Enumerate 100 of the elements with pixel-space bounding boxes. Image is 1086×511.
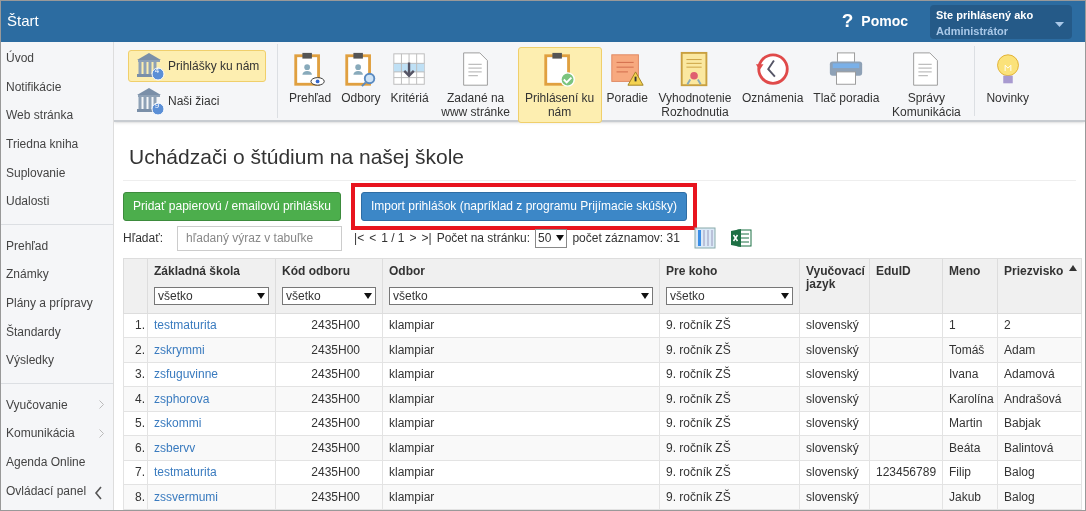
sidebar-item[interactable]: Známky xyxy=(6,265,49,284)
table-cell: Filip xyxy=(942,460,998,485)
column-header[interactable]: EduID xyxy=(876,264,911,287)
sidebar-item[interactable]: Výsledky xyxy=(6,351,55,370)
toolbar-button[interactable]: Prehľad xyxy=(284,47,337,109)
caret-icon xyxy=(556,235,565,241)
toolbar-button[interactable]: Správy Komunikácia xyxy=(884,47,969,123)
filter-select[interactable]: všetko xyxy=(154,286,269,305)
user-menu[interactable]: Ste prihlásený ako Administrátor xyxy=(930,4,1072,39)
badge-count: 9 xyxy=(153,100,161,112)
caret-icon xyxy=(641,292,649,299)
table-cell: Babjak xyxy=(997,411,1082,436)
pager-link[interactable]: >| xyxy=(421,229,432,247)
table-cell: 9. ročník ZŠ xyxy=(659,313,800,338)
table-cell: 2435H00 xyxy=(275,411,383,436)
sidebar-item[interactable]: Vyučovanie xyxy=(6,395,68,414)
table-cell: Adamová xyxy=(997,362,1082,387)
table-cell: 9. ročník ZŠ xyxy=(659,435,800,460)
table-cell: slovenský xyxy=(799,435,870,460)
pager-link[interactable]: < xyxy=(369,229,377,247)
table-cell: klampiar xyxy=(382,337,660,362)
table-cell: 9. ročník ZŠ xyxy=(659,411,800,436)
toolbar-button[interactable]: Odbory xyxy=(336,47,386,109)
toolbar-button[interactable]: Kritériá xyxy=(385,47,434,109)
record-count: počet záznamov: 31 xyxy=(572,230,680,247)
section-button[interactable]: 4 Prihlášky ku nám xyxy=(128,50,266,82)
table-cell: klampiar xyxy=(382,411,660,436)
row-number: 2. xyxy=(123,337,148,362)
filter-select[interactable]: všetko xyxy=(282,286,376,305)
toolbar-button[interactable]: Prihlásení ku nám xyxy=(517,47,602,123)
pager-link[interactable]: |< xyxy=(354,229,365,247)
sidebar-item[interactable]: Suplovanie xyxy=(6,163,66,182)
sidebar-item[interactable]: Ovládací panel xyxy=(6,481,87,500)
filter-select[interactable]: všetko xyxy=(666,286,793,305)
pager-link[interactable]: > xyxy=(409,229,417,247)
sidebar-item[interactable]: Udalosti xyxy=(6,192,50,211)
section-button[interactable]: 9 Naši žiaci xyxy=(128,85,266,117)
table-cell: slovenský xyxy=(799,460,870,485)
table-cell: slovenský xyxy=(799,337,870,362)
filter-select[interactable]: všetko xyxy=(389,286,653,305)
table-cell: 9. ročník ZŠ xyxy=(659,460,800,485)
toolbar-button[interactable]: Novinky xyxy=(981,47,1035,109)
action-button[interactable]: Import prihlášok (napríklad z programu Prijímacie skúšky) xyxy=(360,191,688,221)
table-cell: slovenský xyxy=(799,313,870,338)
per-page-select[interactable]: 50 xyxy=(535,228,568,248)
toolbar-button[interactable]: Zadané na www stránke xyxy=(433,47,518,123)
sidebar-item[interactable]: Web stránka xyxy=(6,106,74,125)
sidebar-item[interactable]: Štandardy xyxy=(6,322,61,341)
table-cell: 9. ročník ZŠ xyxy=(659,386,800,411)
app-title: Štart xyxy=(6,11,40,32)
table-cell: Tomáš xyxy=(942,337,998,362)
collapse-icon[interactable] xyxy=(94,486,103,500)
table-cell: 2435H00 xyxy=(275,362,383,387)
caret-icon xyxy=(257,292,265,299)
toolbar-button[interactable]: Oznámenia xyxy=(736,47,809,109)
table-cell: 2435H00 xyxy=(275,484,383,509)
school-link[interactable]: zsbervv xyxy=(154,440,196,455)
page-indicator: 1 / 1 xyxy=(381,230,405,247)
toolbar-button[interactable]: Vyhodnotenie Rozhodnutia xyxy=(652,47,737,123)
column-header[interactable]: Odbor xyxy=(389,264,425,287)
sidebar-item[interactable]: Notifikácie xyxy=(6,77,62,96)
table-cell: Jakub xyxy=(942,484,998,509)
column-header[interactable]: Pre koho xyxy=(666,264,718,287)
help-link[interactable]: Pomoc xyxy=(861,11,908,32)
table-cell: klampiar xyxy=(382,362,660,387)
badge-count: 4 xyxy=(153,65,161,77)
table-cell: Balog xyxy=(997,484,1082,509)
table-cell: Adam xyxy=(997,337,1082,362)
table-cell: Beáta xyxy=(942,435,998,460)
caret-icon xyxy=(1055,21,1064,27)
toolbar-button[interactable]: Tlač poradia xyxy=(808,47,885,109)
warning-report-icon xyxy=(608,51,647,89)
table-cell: slovenský xyxy=(799,411,870,436)
row-number: 7. xyxy=(123,460,148,485)
sidebar-item[interactable]: Plány a prípravy xyxy=(6,294,93,313)
row-number: 1. xyxy=(123,313,148,338)
sidebar-item[interactable]: Triedna kniha xyxy=(6,135,79,154)
page-title: Uchádzači o štúdium na našej škole xyxy=(123,141,1076,181)
row-number: 5. xyxy=(123,411,148,436)
toolbar-button[interactable]: Poradie xyxy=(601,47,653,109)
column-header[interactable]: Základná škola xyxy=(154,264,241,287)
user-name: Administrátor xyxy=(936,24,1009,39)
excel-icon[interactable] xyxy=(729,227,752,249)
columns-icon[interactable] xyxy=(693,227,716,249)
help-icon: ? xyxy=(841,7,854,36)
sidebar-item[interactable]: Úvod xyxy=(6,49,34,68)
table-cell: Balintová xyxy=(997,435,1082,460)
table-cell: 9. ročník ZŠ xyxy=(659,337,800,362)
table-cell: 2435H00 xyxy=(275,313,383,338)
table-cell: 2435H00 xyxy=(275,386,383,411)
search-field[interactable]: hľadaný výraz v tabuľke xyxy=(177,225,343,251)
table-cell: 2435H00 xyxy=(275,337,383,362)
sidebar-item[interactable]: Prehľad xyxy=(6,236,49,255)
table-cell: klampiar xyxy=(382,460,660,485)
table-cell: slovenský xyxy=(799,386,870,411)
sidebar-item[interactable]: Komunikácia xyxy=(6,424,75,443)
column-header[interactable]: Kód odboru xyxy=(282,264,350,287)
search-label: Hľadať: xyxy=(123,230,164,247)
per-page-label: Počet na stránku: xyxy=(436,230,531,247)
sidebar-item[interactable]: Agenda Online xyxy=(6,453,86,471)
